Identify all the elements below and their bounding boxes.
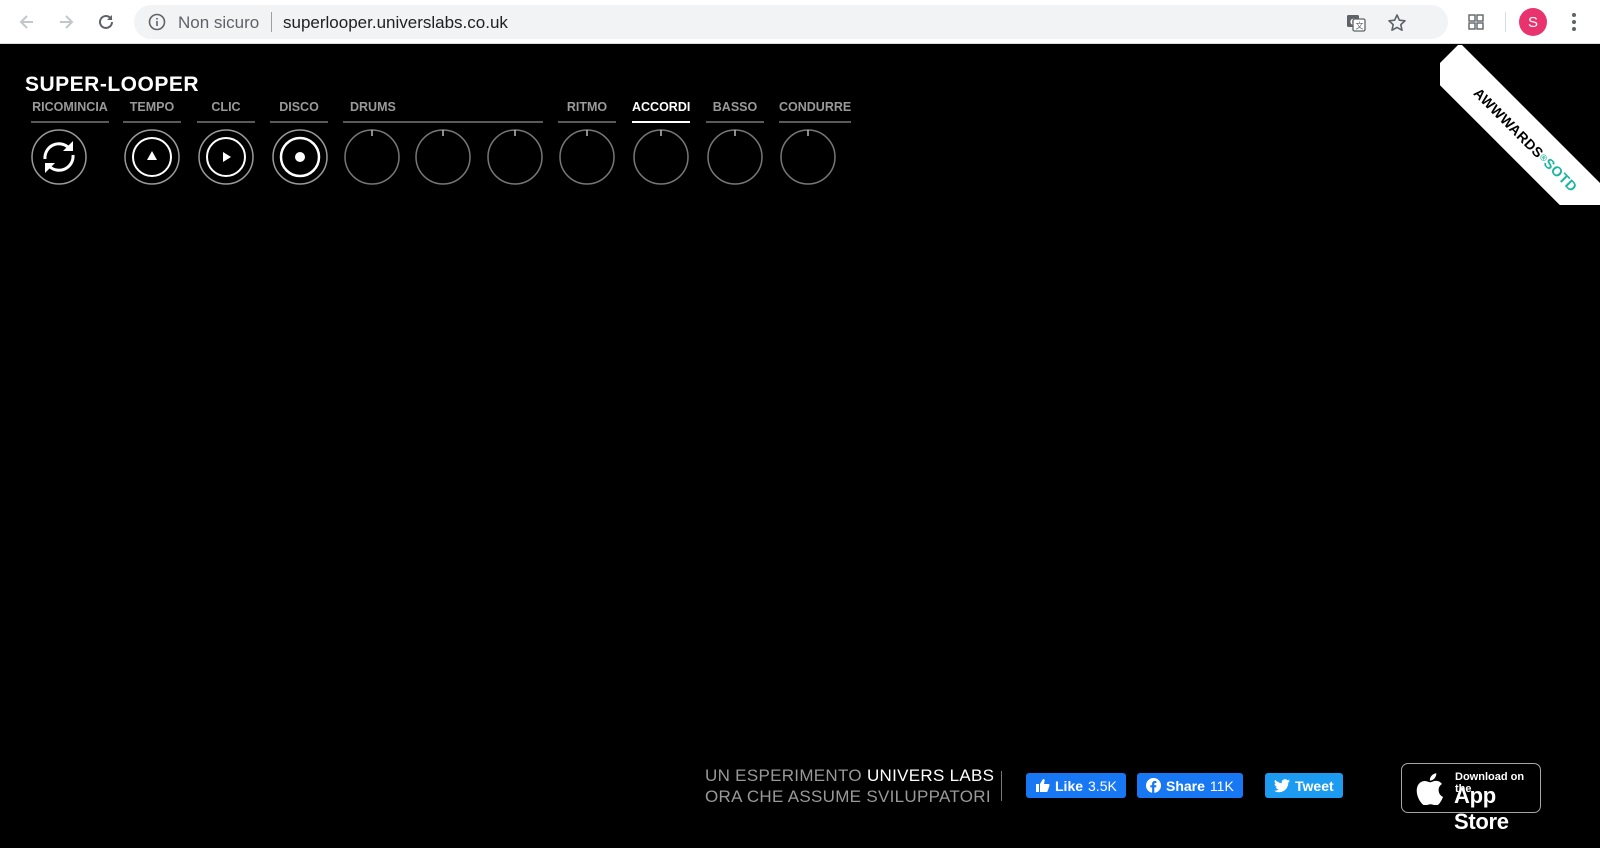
back-arrow-icon	[19, 15, 33, 29]
restart-button[interactable]	[31, 129, 87, 185]
url-text[interactable]: superlooper.universlabs.co.uk	[283, 13, 508, 33]
label-condurre: CONDURRE	[779, 100, 852, 114]
address-bar[interactable]: Non sicuro superlooper.universlabs.co.uk…	[134, 5, 1448, 39]
apple-logo-icon	[1416, 773, 1443, 805]
label-accordi: ACCORDI	[632, 100, 691, 114]
empty-loop-icon	[559, 129, 615, 185]
app-logo: SUPER-LOOPER	[25, 73, 200, 96]
like-label: Like	[1055, 777, 1084, 794]
empty-loop-icon	[780, 129, 836, 185]
drums-loop-3[interactable]	[487, 129, 543, 185]
underline-ritmo	[558, 121, 616, 123]
more-vert-icon	[1572, 13, 1576, 31]
label-clic: CLIC	[211, 100, 241, 114]
credit-hiring[interactable]: ORA CHE ASSUME SVILUPPATORI	[705, 786, 994, 807]
svg-text:文: 文	[1356, 21, 1364, 31]
condurre-loop[interactable]	[780, 129, 836, 185]
empty-loop-icon	[633, 129, 689, 185]
underline-basso	[706, 121, 764, 123]
reload-button[interactable]	[92, 8, 120, 36]
twitter-bird-icon	[1274, 778, 1290, 792]
refresh-icon	[31, 129, 87, 185]
app-store-big-text: App Store	[1454, 783, 1509, 834]
extensions-icon	[1468, 14, 1484, 30]
address-divider	[271, 12, 272, 32]
underline-clic	[197, 121, 255, 123]
browser-menu-button[interactable]	[1564, 8, 1584, 36]
back-button[interactable]	[13, 8, 41, 36]
share-label: Share	[1166, 777, 1205, 794]
ritmo-loop[interactable]	[559, 129, 615, 185]
label-basso: BASSO	[712, 100, 758, 114]
toolbar-divider	[1505, 12, 1506, 32]
reload-icon	[99, 14, 113, 29]
bookmark-star-icon[interactable]	[1385, 11, 1409, 35]
translate-icon[interactable]: G文	[1344, 11, 1368, 35]
play-icon	[198, 129, 254, 185]
drums-loop-1[interactable]	[344, 129, 400, 185]
underline-disco	[270, 121, 328, 123]
drums-loop-2[interactable]	[415, 129, 471, 185]
empty-loop-icon	[344, 129, 400, 185]
label-tempo: TEMPO	[129, 100, 175, 114]
like-count: 3.5K	[1088, 777, 1117, 794]
extensions-button[interactable]	[1462, 8, 1490, 36]
empty-loop-icon	[707, 129, 763, 185]
app-canvas: SUPER-LOOPER RICOMINCIA TEMPO CLIC DISCO…	[0, 45, 1600, 848]
credit-text[interactable]: UN ESPERIMENTO UNIVERS LABS ORA CHE ASSU…	[705, 765, 994, 807]
forward-button[interactable]	[52, 8, 80, 36]
credit-prefix: UN ESPERIMENTO	[705, 766, 862, 785]
forward-arrow-icon	[60, 15, 74, 29]
underline-ricomincia	[31, 121, 109, 123]
label-disco: DISCO	[279, 100, 319, 114]
footer-divider	[1001, 771, 1002, 801]
record-button[interactable]	[272, 129, 328, 185]
empty-loop-icon	[487, 129, 543, 185]
tempo-triangle-icon	[124, 129, 180, 185]
underline-tempo	[123, 121, 181, 123]
facebook-like-button[interactable]: Like 3.5K	[1026, 773, 1126, 798]
ribbon-brand: AWWWARDS	[1470, 84, 1547, 162]
tempo-button[interactable]	[124, 129, 180, 185]
empty-loop-icon	[415, 129, 471, 185]
credit-brand[interactable]: UNIVERS LABS	[867, 766, 994, 785]
facebook-share-button[interactable]: Share 11K	[1137, 773, 1243, 798]
label-ritmo: RITMO	[566, 100, 608, 114]
security-label: Non sicuro	[178, 13, 260, 32]
tweet-button[interactable]: Tweet	[1265, 773, 1343, 798]
info-icon[interactable]	[148, 13, 166, 36]
ribbon-band: AWWWARDS ® SOTD	[1440, 45, 1600, 205]
profile-avatar[interactable]: S	[1519, 8, 1547, 36]
ribbon-tag: SOTD	[1540, 154, 1581, 195]
app-store-badge[interactable]: Download on the App Store	[1401, 763, 1541, 834]
facebook-icon	[1146, 778, 1161, 793]
record-dot-icon	[272, 129, 328, 185]
underline-accordi	[632, 121, 690, 123]
thumbs-up-icon	[1036, 779, 1050, 792]
browser-toolbar: Non sicuro superlooper.universlabs.co.uk…	[0, 0, 1600, 44]
label-drums: DRUMS	[350, 100, 396, 114]
underline-condurre	[779, 121, 851, 123]
accordi-loop[interactable]	[633, 129, 689, 185]
click-button[interactable]	[198, 129, 254, 185]
underline-drums	[343, 121, 543, 123]
tweet-label: Tweet	[1295, 777, 1334, 794]
share-count: 11K	[1209, 777, 1234, 794]
label-ricomincia: RICOMINCIA	[32, 100, 108, 114]
awwwards-ribbon[interactable]: AWWWARDS ® SOTD	[1440, 45, 1600, 205]
basso-loop[interactable]	[707, 129, 763, 185]
